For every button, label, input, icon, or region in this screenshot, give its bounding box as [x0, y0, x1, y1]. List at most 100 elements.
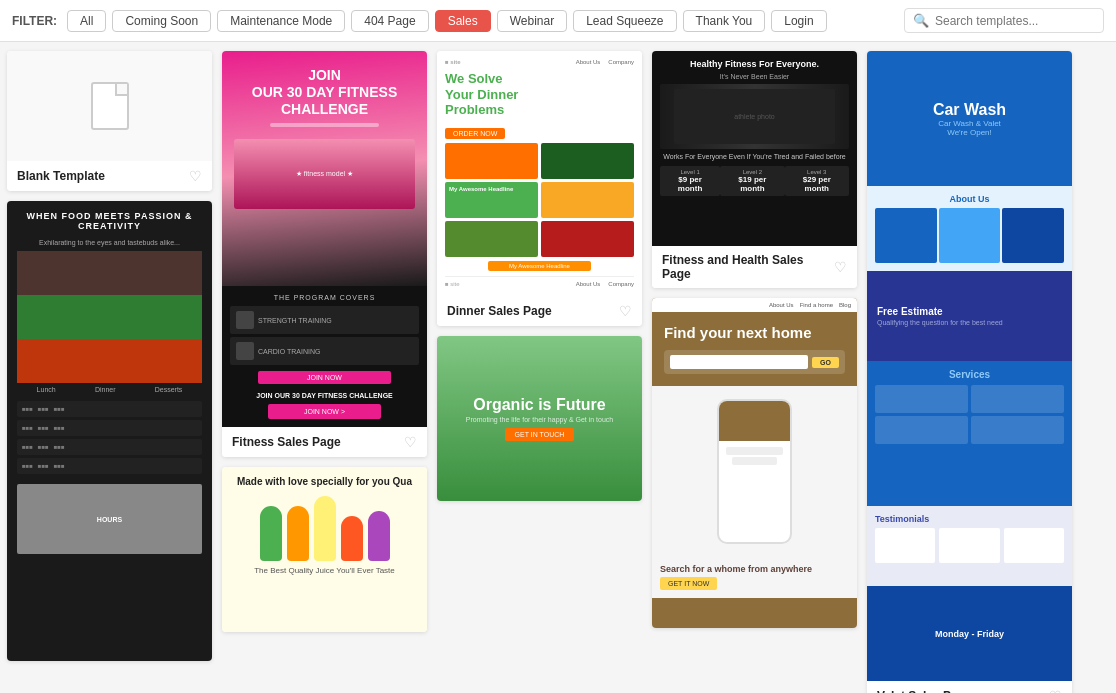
- dinner-cta-btn: ORDER NOW: [445, 128, 505, 139]
- search-icon: 🔍: [913, 13, 929, 28]
- dinner-cta2: My Awesome Headline: [488, 261, 592, 271]
- food-label-lunch: Lunch: [37, 386, 56, 393]
- dinner-headline-2: Your Dinner: [445, 87, 518, 102]
- estimate-section: Free Estimate Qualifying the question fo…: [867, 271, 1072, 361]
- fitness-thumb-visual: JOINOUR 30 DAY FITNESSCHALLENGE ★ fitnes…: [222, 51, 427, 286]
- blank-card-title: Blank Template: [17, 169, 105, 183]
- phone-mockup: [717, 399, 792, 544]
- dinner-cell-4: [541, 182, 634, 218]
- dinner-hero: We Solve Your Dinner Problems: [445, 71, 634, 118]
- strength-icon: [236, 311, 254, 329]
- health-hero-img: athlete photo: [660, 84, 849, 149]
- food-table-row-3: ■■■ ■■■ ■■■: [22, 444, 197, 450]
- service-2: [971, 385, 1064, 413]
- about-img-1: [875, 208, 937, 263]
- dinner-card-footer: Dinner Sales Page ♡: [437, 296, 642, 326]
- re-nav-2: Find a home: [800, 302, 833, 308]
- services-grid: [875, 385, 1064, 444]
- about-img-2: [939, 208, 1001, 263]
- food-sub: Exhilarating to the eyes and tastebuds a…: [17, 239, 202, 246]
- dinner-footer-logo: ■ site: [445, 281, 460, 287]
- dinner-footer-company: Company: [608, 281, 634, 287]
- re-nav-3: Blog: [839, 302, 851, 308]
- blank-heart-icon[interactable]: ♡: [189, 168, 202, 184]
- dinner-nav: ■ site About Us Company: [445, 59, 634, 65]
- health-card-footer: Fitness and Health Sales Page ♡: [652, 246, 857, 288]
- filter-btn-coming-soon[interactable]: Coming Soon: [112, 10, 211, 32]
- dinner-sales-card[interactable]: ■ site About Us Company We Solve Your Di…: [437, 51, 642, 326]
- estimate-sub: Qualifying the question for the best nee…: [877, 319, 1062, 326]
- testimonial-1: [875, 528, 935, 563]
- re-search-box: GO: [664, 350, 845, 374]
- dinner-cell-6: [541, 221, 634, 257]
- dinner-headline-1: We Solve: [445, 71, 503, 86]
- fitness-bar: [270, 123, 379, 127]
- about-label: About Us: [875, 194, 1064, 204]
- re-sub-cta: GET IT NOW: [660, 577, 717, 590]
- dinner-nav-about: About Us: [576, 59, 601, 65]
- service-1: [875, 385, 968, 413]
- fitness-cta: JOIN NOW: [258, 371, 390, 384]
- food-map: HOURS: [17, 484, 202, 554]
- love-juice-card[interactable]: Made with love specially for you Qua The…: [222, 467, 427, 632]
- grid-col-1: Blank Template ♡ WHEN FOOD MEETS PASSION…: [2, 46, 217, 693]
- re-go-btn: GO: [812, 357, 839, 368]
- service-4: [971, 416, 1064, 444]
- filter-btn-webinar[interactable]: Webinar: [497, 10, 567, 32]
- dinner-logo: ■ site: [445, 59, 461, 65]
- realestate-sub-section: Search for a whome from anywhere GET IT …: [652, 556, 857, 598]
- filter-btn-maintenance[interactable]: Maintenance Mode: [217, 10, 345, 32]
- strength-text: STRENGTH TRAINING: [258, 317, 332, 324]
- organic-card[interactable]: Organic is Future Promoting the life for…: [437, 336, 642, 501]
- filter-btn-sales[interactable]: Sales: [435, 10, 491, 32]
- blank-template-card[interactable]: Blank Template ♡: [7, 51, 212, 191]
- love-title: Made with love specially for you Qua: [237, 475, 412, 488]
- filter-btn-login[interactable]: Login: [771, 10, 826, 32]
- filter-btn-thankyou[interactable]: Thank You: [683, 10, 766, 32]
- health-heart-icon[interactable]: ♡: [834, 259, 847, 275]
- health-section-text: Works For Everyone Even If You're Tired …: [660, 153, 849, 160]
- food-table: ■■■ ■■■ ■■■ ■■■ ■■■ ■■■ ■■■ ■■■ ■■■ ■■■ …: [17, 401, 202, 474]
- grid-col-5: Car Wash Car Wash & ValetWe're Open! Abo…: [862, 46, 1077, 693]
- food-sales-card[interactable]: WHEN FOOD MEETS PASSION & CREATIVITY Exh…: [7, 201, 212, 661]
- price-val-2: $19 per month: [726, 175, 778, 193]
- love-thumb: Made with love specially for you Qua The…: [222, 467, 427, 632]
- testimonial-2: [939, 528, 999, 563]
- fitness-footer-label: JOIN OUR 30 DAY FITNESS CHALLENGE: [230, 392, 419, 399]
- services-title: Services: [875, 369, 1064, 380]
- health-headline: Healthy Fitness For Everyone.: [660, 59, 849, 69]
- carwash-about: About Us: [867, 186, 1072, 271]
- health-sales-card[interactable]: Healthy Fitness For Everyone. It's Never…: [652, 51, 857, 288]
- price-1: Level 1 $9 per month: [660, 166, 720, 196]
- carwash-sub: Car Wash & ValetWe're Open!: [938, 119, 1001, 137]
- valet-heart-icon[interactable]: ♡: [1049, 688, 1062, 693]
- dinner-footer-nav: ■ site About Us Company: [445, 276, 634, 287]
- filter-btn-404[interactable]: 404 Page: [351, 10, 428, 32]
- testimonials-section: Testimonials: [867, 506, 1072, 586]
- search-input[interactable]: [935, 14, 1095, 28]
- dinner-cell-5: [445, 221, 538, 257]
- fitness-heart-icon[interactable]: ♡: [404, 434, 417, 450]
- search-bar: 🔍: [904, 8, 1104, 33]
- dinner-footer-about: About Us: [576, 281, 601, 287]
- dinner-heart-icon[interactable]: ♡: [619, 303, 632, 319]
- services-section: Services: [867, 361, 1072, 506]
- organic-thumb: Organic is Future Promoting the life for…: [437, 336, 642, 501]
- dinner-headline-cell: My Awesome Headline: [445, 182, 538, 218]
- filter-btn-lead[interactable]: Lead Squeeze: [573, 10, 676, 32]
- food-cell-3: [17, 251, 202, 295]
- about-imgs: [875, 208, 1064, 263]
- carwash-card[interactable]: Car Wash Car Wash & ValetWe're Open! Abo…: [867, 51, 1072, 693]
- food-sales-thumb: WHEN FOOD MEETS PASSION & CREATIVITY Exh…: [7, 201, 212, 661]
- valet-card-footer: Valet Sales Page ♡: [867, 681, 1072, 693]
- fitness-sales-card[interactable]: JOINOUR 30 DAY FITNESSCHALLENGE ★ fitnes…: [222, 51, 427, 457]
- dinner-cell-2: [541, 143, 634, 179]
- realestate-nav: About Us Find a home Blog: [652, 298, 857, 312]
- valet-hours: Monday - Friday: [935, 629, 1004, 639]
- realestate-card[interactable]: About Us Find a home Blog Find your next…: [652, 298, 857, 628]
- organic-sub: Promoting the life for their happy & Get…: [466, 416, 613, 423]
- grid-col-2: JOINOUR 30 DAY FITNESSCHALLENGE ★ fitnes…: [217, 46, 432, 693]
- cardio-section: CARDIO TRAINING: [230, 337, 419, 365]
- price-2: Level 2 $19 per month: [720, 166, 784, 196]
- filter-btn-all[interactable]: All: [67, 10, 106, 32]
